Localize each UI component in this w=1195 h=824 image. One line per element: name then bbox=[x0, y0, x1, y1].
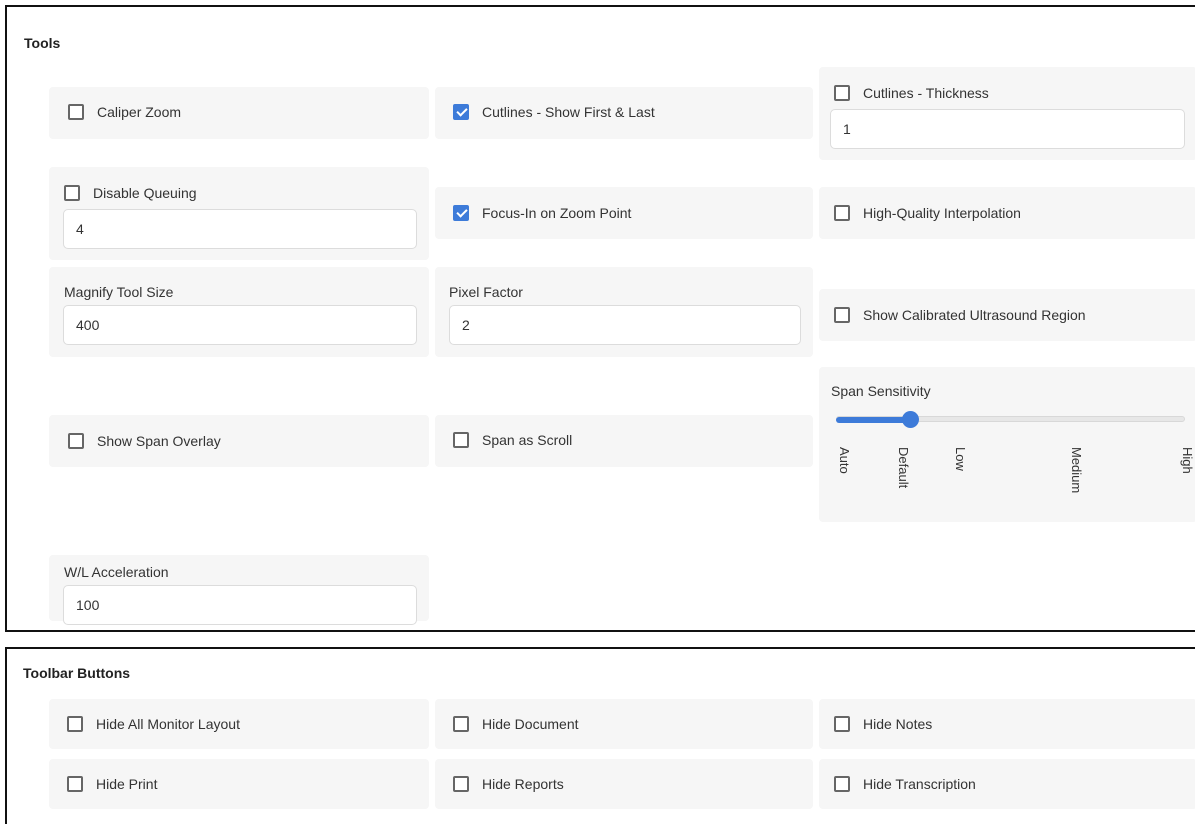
cutlines-thickness-checkbox[interactable] bbox=[834, 85, 850, 101]
hide-all-monitor-cell: Hide All Monitor Layout bbox=[49, 699, 429, 749]
caliper-zoom-cell: Caliper Zoom bbox=[49, 87, 429, 139]
focus-in-zoom-option[interactable]: Focus-In on Zoom Point bbox=[453, 205, 631, 221]
hide-transcription-checkbox[interactable] bbox=[834, 776, 850, 792]
hide-document-label: Hide Document bbox=[482, 716, 579, 732]
hide-print-label: Hide Print bbox=[96, 776, 158, 792]
span-tick-default: Default bbox=[896, 447, 911, 489]
magnify-tool-size-label: Magnify Tool Size bbox=[64, 284, 174, 300]
cutlines-thickness-label: Cutlines - Thickness bbox=[863, 85, 989, 101]
hide-reports-label: Hide Reports bbox=[482, 776, 564, 792]
cutlines-first-last-option[interactable]: Cutlines - Show First & Last bbox=[453, 104, 655, 120]
hide-all-monitor-checkbox[interactable] bbox=[67, 716, 83, 732]
wl-acceleration-cell: W/L Acceleration 100 bbox=[49, 555, 429, 625]
span-as-scroll-cell: Span as Scroll bbox=[435, 415, 813, 467]
focus-in-zoom-label: Focus-In on Zoom Point bbox=[482, 205, 632, 221]
span-as-scroll-label: Span as Scroll bbox=[482, 432, 573, 448]
magnify-tool-size-cell: Magnify Tool Size 400 bbox=[49, 267, 429, 357]
span-tick-high: High bbox=[1180, 447, 1195, 474]
show-span-overlay-option[interactable]: Show Span Overlay bbox=[68, 433, 221, 449]
disable-queuing-option[interactable]: Disable Queuing bbox=[64, 185, 197, 201]
toolbar-panel: Toolbar Buttons Hide All Monitor Layout … bbox=[5, 647, 1195, 824]
wl-acceleration-input[interactable]: 100 bbox=[63, 585, 417, 625]
show-span-overlay-label: Show Span Overlay bbox=[97, 433, 221, 449]
show-span-overlay-cell: Show Span Overlay bbox=[49, 415, 429, 467]
tools-panel: Tools Caliper Zoom Cutlines - Show First… bbox=[5, 5, 1195, 632]
hq-interpolation-label: High-Quality Interpolation bbox=[863, 205, 1021, 221]
span-sensitivity-label: Span Sensitivity bbox=[831, 383, 931, 399]
hide-document-option[interactable]: Hide Document bbox=[453, 716, 579, 732]
hq-interpolation-cell: High-Quality Interpolation bbox=[819, 187, 1195, 239]
focus-in-zoom-checkbox[interactable] bbox=[453, 205, 469, 221]
show-calibrated-us-checkbox[interactable] bbox=[834, 307, 850, 323]
hide-reports-cell: Hide Reports bbox=[435, 759, 813, 809]
cutlines-first-last-label: Cutlines - Show First & Last bbox=[482, 104, 655, 120]
cutlines-thickness-option[interactable]: Cutlines - Thickness bbox=[834, 85, 989, 101]
disable-queuing-input[interactable]: 4 bbox=[63, 209, 417, 249]
hide-notes-cell: Hide Notes bbox=[819, 699, 1195, 749]
hide-notes-checkbox[interactable] bbox=[834, 716, 850, 732]
show-calibrated-us-cell: Show Calibrated Ultrasound Region bbox=[819, 289, 1195, 341]
hide-notes-option[interactable]: Hide Notes bbox=[834, 716, 932, 732]
hide-transcription-label: Hide Transcription bbox=[863, 776, 976, 792]
hide-document-cell: Hide Document bbox=[435, 699, 813, 749]
span-tick-auto: Auto bbox=[837, 447, 852, 474]
hide-transcription-cell: Hide Transcription bbox=[819, 759, 1195, 809]
pixel-factor-cell: Pixel Factor 2 bbox=[435, 267, 813, 357]
pixel-factor-label: Pixel Factor bbox=[449, 284, 523, 300]
wl-acceleration-label: W/L Acceleration bbox=[64, 564, 169, 580]
focus-in-zoom-cell: Focus-In on Zoom Point bbox=[435, 187, 813, 239]
hide-print-cell: Hide Print bbox=[49, 759, 429, 809]
cutlines-first-last-cell: Cutlines - Show First & Last bbox=[435, 87, 813, 139]
span-sensitivity-fill bbox=[836, 417, 911, 423]
show-calibrated-us-option[interactable]: Show Calibrated Ultrasound Region bbox=[834, 307, 1086, 323]
span-sensitivity-thumb[interactable] bbox=[902, 411, 919, 428]
caliper-zoom-label: Caliper Zoom bbox=[97, 104, 182, 120]
hide-transcription-option[interactable]: Hide Transcription bbox=[834, 776, 976, 792]
hide-print-option[interactable]: Hide Print bbox=[67, 776, 157, 792]
caliper-zoom-checkbox[interactable] bbox=[68, 104, 84, 120]
span-tick-low: Low bbox=[953, 447, 968, 471]
span-sensitivity-cell: Span Sensitivity Auto Default Low Medium… bbox=[819, 367, 1195, 522]
span-tick-medium: Medium bbox=[1069, 447, 1084, 494]
hide-notes-label: Hide Notes bbox=[863, 716, 933, 732]
caliper-zoom-option[interactable]: Caliper Zoom bbox=[68, 104, 181, 120]
hide-reports-checkbox[interactable] bbox=[453, 776, 469, 792]
cutlines-thickness-cell: Cutlines - Thickness 1 bbox=[819, 67, 1195, 160]
tools-title: Tools bbox=[24, 35, 61, 51]
span-as-scroll-option[interactable]: Span as Scroll bbox=[453, 432, 572, 448]
show-calibrated-us-label: Show Calibrated Ultrasound Region bbox=[863, 307, 1086, 323]
hide-document-checkbox[interactable] bbox=[453, 716, 469, 732]
disable-queuing-label: Disable Queuing bbox=[93, 185, 197, 201]
hide-all-monitor-label: Hide All Monitor Layout bbox=[96, 716, 240, 732]
pixel-factor-input[interactable]: 2 bbox=[449, 305, 801, 345]
span-as-scroll-checkbox[interactable] bbox=[453, 432, 469, 448]
magnify-tool-size-input[interactable]: 400 bbox=[63, 305, 417, 345]
cutlines-thickness-input[interactable]: 1 bbox=[830, 109, 1185, 149]
disable-queuing-checkbox[interactable] bbox=[64, 185, 80, 201]
hq-interpolation-checkbox[interactable] bbox=[834, 205, 850, 221]
hide-reports-option[interactable]: Hide Reports bbox=[453, 776, 564, 792]
hide-print-checkbox[interactable] bbox=[67, 776, 83, 792]
hq-interpolation-option[interactable]: High-Quality Interpolation bbox=[834, 205, 1021, 221]
cutlines-first-last-checkbox[interactable] bbox=[453, 104, 469, 120]
show-span-overlay-checkbox[interactable] bbox=[68, 433, 84, 449]
disable-queuing-cell: Disable Queuing 4 bbox=[49, 167, 429, 260]
hide-all-monitor-option[interactable]: Hide All Monitor Layout bbox=[67, 716, 240, 732]
toolbar-title: Toolbar Buttons bbox=[23, 665, 131, 681]
